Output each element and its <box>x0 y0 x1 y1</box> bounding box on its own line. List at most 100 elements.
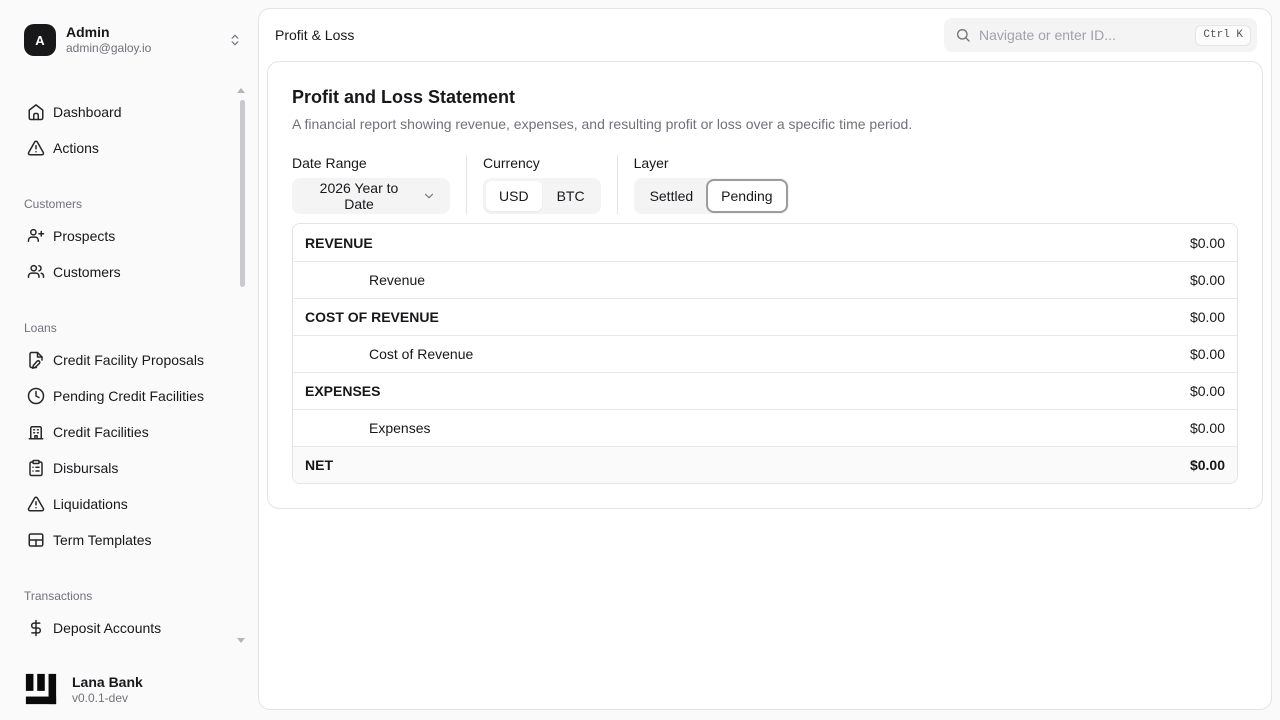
alert-triangle-icon <box>27 495 45 513</box>
sidebar-item-label: Credit Facility Proposals <box>53 352 204 368</box>
layer-toggle: Settled Pending <box>634 178 789 214</box>
table-row-cost-of-revenue: Cost of Revenue $0.00 <box>293 335 1237 372</box>
sidebar-section-loans: Loans <box>0 320 258 336</box>
sidebar-section-customers: Customers <box>0 196 258 212</box>
search-input[interactable] <box>979 27 1187 43</box>
sidebar-item-label: Disbursals <box>53 460 118 476</box>
sidebar-item-actions[interactable]: Actions <box>0 130 258 166</box>
table-row-expenses-category: EXPENSES $0.00 <box>293 372 1237 409</box>
sidebar-item-label: Customers <box>53 264 121 280</box>
chevron-down-icon <box>422 189 436 203</box>
sidebar-item-label: Prospects <box>53 228 115 244</box>
global-search[interactable]: Ctrl K <box>944 18 1257 52</box>
card-title: Profit and Loss Statement <box>292 86 1238 108</box>
users-icon <box>27 263 45 281</box>
sidebar-item-liquidations[interactable]: Liquidations <box>0 486 258 522</box>
sidebar-item-label: Deposit Accounts <box>53 620 161 636</box>
row-value: $0.00 <box>1190 272 1225 288</box>
dollar-sign-icon <box>27 619 45 637</box>
sidebar-item-term-templates[interactable]: Term Templates <box>0 522 258 558</box>
table-row-revenue-category: REVENUE $0.00 <box>293 224 1237 261</box>
sidebar-item-credit-facility-proposals[interactable]: Credit Facility Proposals <box>0 342 258 378</box>
sidebar-item-label: Actions <box>53 140 99 156</box>
row-value: $0.00 <box>1190 457 1225 473</box>
table-row-revenue: Revenue $0.00 <box>293 261 1237 298</box>
card-subtitle: A financial report showing revenue, expe… <box>292 114 1238 134</box>
date-range-label: Date Range <box>292 155 450 172</box>
lana-bank-logo <box>24 672 58 706</box>
clipboard-list-icon <box>27 459 45 477</box>
row-label: REVENUE <box>305 235 373 251</box>
sidebar-item-label: Term Templates <box>53 532 152 548</box>
brand-version: v0.0.1-dev <box>72 691 143 706</box>
row-label: Revenue <box>305 272 425 288</box>
date-range-select[interactable]: 2026 Year to Date <box>292 178 450 214</box>
layer-label: Layer <box>634 155 789 172</box>
row-label: NET <box>305 457 333 473</box>
user-menu-trigger[interactable]: A Admin admin@galoy.io <box>0 0 258 56</box>
brand-footer: Lana Bank v0.0.1-dev <box>24 672 143 706</box>
filter-divider <box>617 155 618 214</box>
row-label: Expenses <box>305 420 430 436</box>
alert-triangle-icon <box>27 139 45 157</box>
sidebar-item-dashboard[interactable]: Dashboard <box>0 94 258 130</box>
home-icon <box>27 103 45 121</box>
user-name: Admin <box>66 24 218 41</box>
layer-settled-button[interactable]: Settled <box>637 181 707 211</box>
sidebar-item-customers[interactable]: Customers <box>0 254 258 290</box>
sidebar-item-label: Dashboard <box>53 104 122 120</box>
sidebar-item-disbursals[interactable]: Disbursals <box>0 450 258 486</box>
layout-panel-icon <box>27 531 45 549</box>
row-label: COST OF REVENUE <box>305 309 439 325</box>
layer-pending-button[interactable]: Pending <box>708 181 785 211</box>
sidebar-item-label: Liquidations <box>53 496 128 512</box>
sidebar-nav: Dashboard Actions Customers Prospects Cu… <box>0 94 258 646</box>
profit-loss-table: REVENUE $0.00 Revenue $0.00 COST OF REVE… <box>292 223 1238 484</box>
row-value: $0.00 <box>1190 383 1225 399</box>
sidebar-section-transactions: Transactions <box>0 588 258 604</box>
sidebar-scroll-down-arrow[interactable] <box>237 638 245 643</box>
currency-filter: Currency USD BTC <box>483 155 601 214</box>
chevrons-up-down-icon <box>228 33 242 47</box>
search-shortcut-badge: Ctrl K <box>1195 25 1251 46</box>
table-row-expenses: Expenses $0.00 <box>293 409 1237 446</box>
filters-row: Date Range 2026 Year to Date Currency US… <box>292 155 1238 214</box>
main-panel: Profit & Loss Ctrl K Profit and Loss Sta… <box>258 8 1272 710</box>
sidebar: A Admin admin@galoy.io Dashboard Actions… <box>0 0 258 720</box>
currency-btc-button[interactable]: BTC <box>544 181 598 211</box>
row-label: Cost of Revenue <box>305 346 473 362</box>
table-row-net: NET $0.00 <box>293 446 1237 483</box>
file-pen-icon <box>27 351 45 369</box>
table-row-cost-of-revenue-category: COST OF REVENUE $0.00 <box>293 298 1237 335</box>
bank-building-icon <box>27 423 45 441</box>
sidebar-item-pending-credit-facilities[interactable]: Pending Credit Facilities <box>0 378 258 414</box>
row-value: $0.00 <box>1190 235 1225 251</box>
sidebar-item-prospects[interactable]: Prospects <box>0 218 258 254</box>
sidebar-item-label: Credit Facilities <box>53 424 149 440</box>
page-title: Profit & Loss <box>275 27 354 43</box>
profit-loss-card: Profit and Loss Statement A financial re… <box>267 61 1263 509</box>
sidebar-item-credit-facilities[interactable]: Credit Facilities <box>0 414 258 450</box>
currency-usd-button[interactable]: USD <box>486 181 542 211</box>
row-label: EXPENSES <box>305 383 380 399</box>
row-value: $0.00 <box>1190 309 1225 325</box>
currency-label: Currency <box>483 155 601 172</box>
sidebar-item-label: Pending Credit Facilities <box>53 388 204 404</box>
clock-icon <box>27 387 45 405</box>
date-range-filter: Date Range 2026 Year to Date <box>292 155 450 214</box>
sidebar-item-deposit-accounts[interactable]: Deposit Accounts <box>0 610 258 646</box>
currency-toggle: USD BTC <box>483 178 601 214</box>
search-icon <box>955 27 971 43</box>
sidebar-scroll-up-arrow[interactable] <box>237 88 245 93</box>
user-plus-icon <box>27 227 45 245</box>
brand-name: Lana Bank <box>72 673 143 691</box>
row-value: $0.00 <box>1190 420 1225 436</box>
filter-divider <box>466 155 467 214</box>
sidebar-scrollbar-thumb[interactable] <box>240 100 245 287</box>
row-value: $0.00 <box>1190 346 1225 362</box>
avatar: A <box>24 24 56 56</box>
date-range-value: 2026 Year to Date <box>306 180 412 212</box>
layer-filter: Layer Settled Pending <box>634 155 789 214</box>
user-email: admin@galoy.io <box>66 41 218 56</box>
topbar: Profit & Loss Ctrl K <box>259 9 1271 61</box>
